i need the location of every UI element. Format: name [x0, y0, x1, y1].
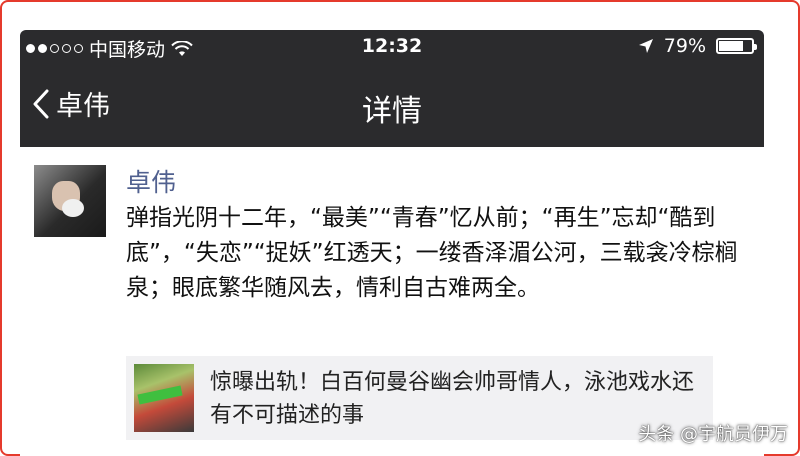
navigation-bar: 卓伟 详情 [20, 70, 764, 140]
watermark: 头条 @宇航员伊万 [638, 424, 788, 445]
location-arrow-icon [638, 39, 653, 53]
link-thumbnail [134, 364, 194, 432]
status-bar: 中国移动 12:32 79% [20, 30, 764, 64]
phone-header: 中国移动 12:32 79% 卓伟 详情 [20, 30, 764, 147]
battery-tip [754, 44, 757, 50]
status-right: 79% [638, 35, 757, 57]
avatar-hand [62, 199, 84, 217]
link-title: 惊曝出轨！白百何曼谷幽会帅哥情人，泳池戏水还有不可描述的事 [210, 370, 695, 428]
shared-link-card[interactable]: 惊曝出轨！白百何曼谷幽会帅哥情人，泳池戏水还有不可描述的事 [126, 356, 713, 440]
post-author[interactable]: 卓伟 [126, 163, 176, 199]
post-text: 弹指光阴十二年，“最美”“青春”忆从前；“再生”忘却“酷到底”，“失恋”“捉妖”… [126, 205, 738, 301]
battery-percent: 79% [663, 35, 706, 57]
avatar[interactable] [34, 165, 106, 237]
thumbnail-banner [137, 385, 183, 405]
battery-icon [716, 38, 757, 54]
battery-fill [719, 41, 743, 51]
post-detail: 卓伟 弹指光阴十二年，“最美”“青春”忆从前；“再生”忘却“酷到底”，“失恋”“… [20, 147, 764, 456]
page-title: 详情 [362, 94, 422, 129]
